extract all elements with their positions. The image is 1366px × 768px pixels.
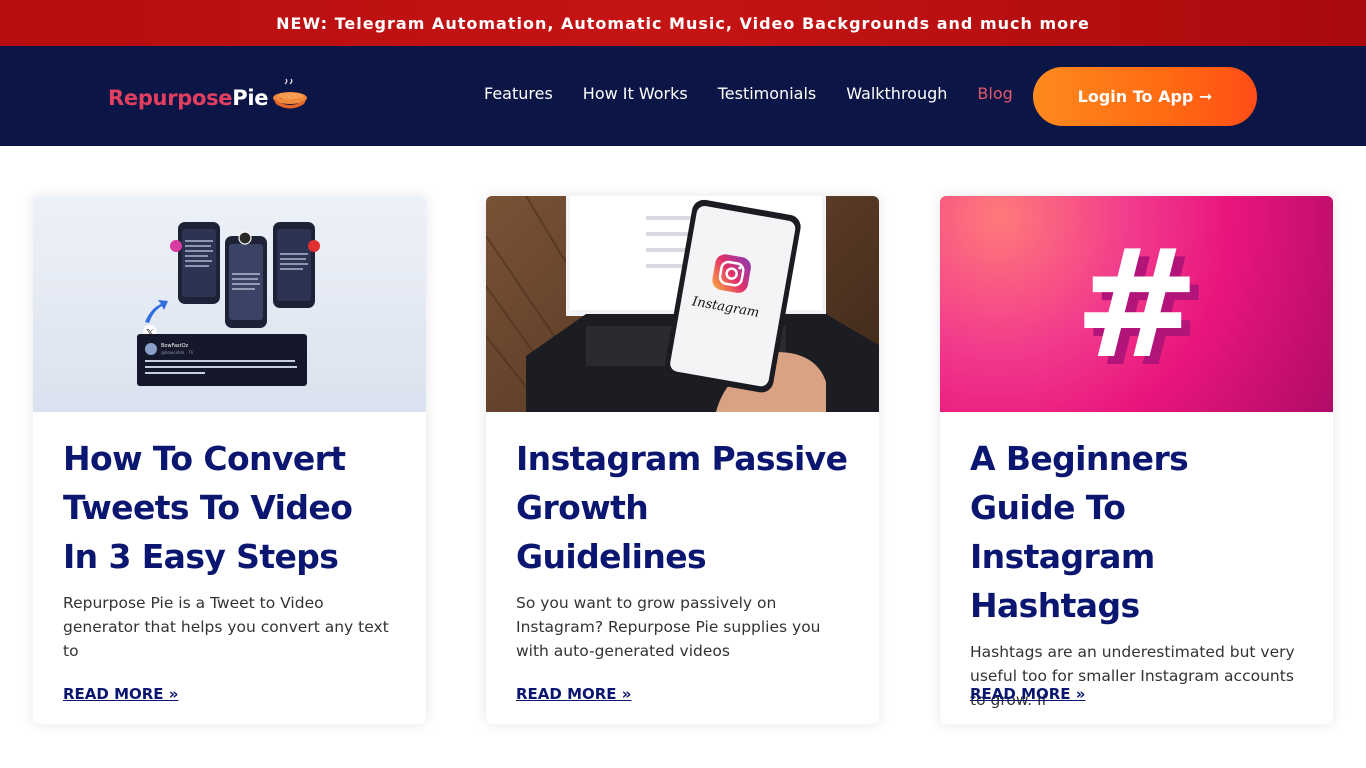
post-thumbnail-tweets-to-video[interactable]: 𝕏 BowFastOz @bowcehm · 7h <box>33 196 426 412</box>
logo-text-pie: Pie <box>232 86 269 110</box>
post-title[interactable]: Instagram Passive Growth Guidelines <box>516 434 849 581</box>
promo-banner[interactable]: NEW: Telegram Automation, Automatic Musi… <box>0 0 1366 46</box>
promo-link[interactable]: NEW: Telegram Automation, Automatic Musi… <box>276 14 1090 33</box>
nav-menu: Features How It Works Testimonials Walkt… <box>484 84 1043 103</box>
read-more-link[interactable]: READ MORE » <box>970 685 1085 703</box>
post-thumbnail-instagram-passive-growth[interactable]: Instagram <box>486 196 879 412</box>
nav-blog[interactable]: Blog <box>977 84 1012 103</box>
nav-walkthrough[interactable]: Walkthrough <box>846 84 947 103</box>
main-navigation: RepurposePie Features How It Works Testi… <box>0 46 1366 146</box>
post-excerpt: So you want to grow passively on Instagr… <box>516 594 821 660</box>
logo-text: RepurposePie <box>108 86 269 110</box>
read-more-link[interactable]: READ MORE » <box>63 685 178 703</box>
nav-how-it-works[interactable]: How It Works <box>583 84 688 103</box>
nav-features[interactable]: Features <box>484 84 553 103</box>
blog-card-tweets-to-video: 𝕏 BowFastOz @bowcehm · 7h How To Convert… <box>33 196 426 724</box>
pie-icon <box>273 78 308 109</box>
hashtag-graphic: # # <box>1074 218 1209 400</box>
site-logo[interactable]: RepurposePie <box>108 76 310 120</box>
tweet-username: BowFastOz <box>161 343 189 349</box>
hashtag-symbol: # <box>1074 218 1200 392</box>
login-button[interactable]: Login To App ➞ <box>1033 67 1257 126</box>
post-title[interactable]: A Beginners Guide To Instagram Hashtags <box>970 434 1303 630</box>
logo-text-repurpose: Repurpose <box>108 86 233 110</box>
phones-illustration: 𝕏 BowFastOz @bowcehm · 7h <box>137 222 320 386</box>
post-thumbnail-instagram-hashtags[interactable]: # # <box>940 196 1333 412</box>
post-excerpt: Repurpose Pie is a Tweet to Video genera… <box>63 594 389 660</box>
tweet-handle: @bowcehm · 7h <box>161 350 194 355</box>
read-more-link[interactable]: READ MORE » <box>516 685 631 703</box>
phone-laptop-photo: Instagram <box>486 196 879 412</box>
blog-card-instagram-passive-growth: Instagram Instagram Passive Growth Guide… <box>486 196 879 724</box>
login-label: Login To App ➞ <box>1077 87 1213 106</box>
post-title[interactable]: How To Convert Tweets To Video In 3 Easy… <box>63 434 396 581</box>
blog-card-instagram-hashtags: # # A Beginners Guide To Instagram Hasht… <box>940 196 1333 724</box>
nav-testimonials[interactable]: Testimonials <box>718 84 817 103</box>
